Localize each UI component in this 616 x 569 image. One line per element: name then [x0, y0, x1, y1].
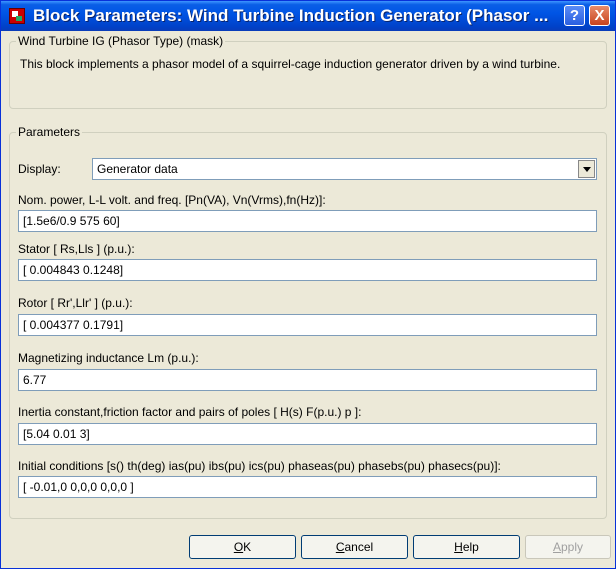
- title-bar[interactable]: Block Parameters: Wind Turbine Induction…: [1, 1, 615, 31]
- window-title: Block Parameters: Wind Turbine Induction…: [33, 6, 549, 25]
- parameters-legend: Parameters: [16, 125, 83, 139]
- chevron-down-icon[interactable]: [578, 160, 595, 178]
- inertia-label: Inertia constant,friction factor and pai…: [18, 405, 362, 419]
- display-select-value: Generator data: [97, 162, 178, 176]
- mask-description-group: Wind Turbine IG (Phasor Type) (mask) Thi…: [9, 34, 607, 109]
- rotor-field[interactable]: [ 0.004377 0.1791]: [18, 314, 597, 336]
- help-icon[interactable]: ?: [564, 5, 585, 26]
- mask-legend: Wind Turbine IG (Phasor Type) (mask): [16, 34, 226, 48]
- display-select[interactable]: Generator data: [92, 158, 597, 180]
- magnetizing-inductance-label: Magnetizing inductance Lm (p.u.):: [18, 351, 199, 365]
- help-button[interactable]: Help: [413, 535, 520, 559]
- close-icon[interactable]: X: [589, 5, 610, 26]
- apply-button[interactable]: Apply: [525, 535, 611, 559]
- inertia-field[interactable]: [5.04 0.01 3]: [18, 423, 597, 445]
- apply-mnemonic: A: [552, 540, 561, 554]
- nominal-power-label: Nom. power, L-L volt. and freq. [Pn(VA),…: [18, 193, 326, 207]
- initial-conditions-label: Initial conditions [s() th(deg) ias(pu) …: [18, 459, 501, 473]
- help-mnemonic: H: [454, 540, 463, 554]
- nominal-power-field[interactable]: [1.5e6/0.9 575 60]: [18, 210, 597, 232]
- mask-description: This block implements a phasor model of …: [20, 57, 561, 71]
- ok-mnemonic: O: [233, 540, 244, 554]
- help-rest: elp: [462, 540, 479, 554]
- ok-button[interactable]: OK: [189, 535, 296, 559]
- block-parameters-dialog: Block Parameters: Wind Turbine Induction…: [0, 0, 616, 569]
- magnetizing-inductance-field[interactable]: 6.77: [18, 369, 597, 391]
- stator-field[interactable]: [ 0.004843 0.1248]: [18, 259, 597, 281]
- cancel-button[interactable]: Cancel: [301, 535, 408, 559]
- cancel-rest: ancel: [344, 540, 374, 554]
- apply-rest: pply: [561, 540, 584, 554]
- simulink-block-icon: [9, 8, 25, 24]
- initial-conditions-field[interactable]: [ -0.01,0 0,0,0 0,0,0 ]: [18, 476, 597, 498]
- stator-label: Stator [ Rs,Lls ] (p.u.):: [18, 242, 135, 256]
- ok-rest: K: [243, 540, 252, 554]
- display-label: Display:: [18, 162, 61, 176]
- rotor-label: Rotor [ Rr',Llr' ] (p.u.):: [18, 296, 133, 310]
